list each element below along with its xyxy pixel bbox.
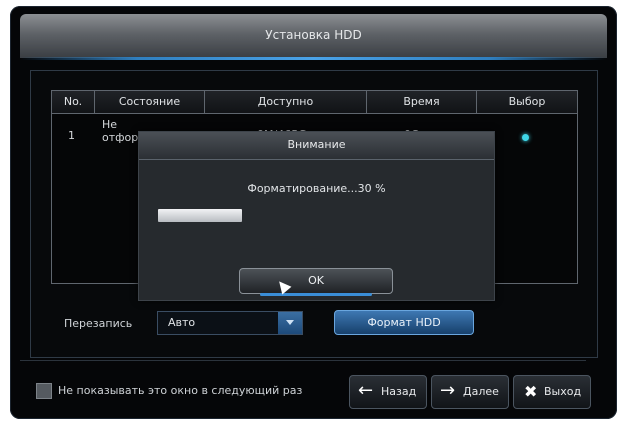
column-header-time: Время — [367, 91, 477, 113]
dialog-header: Внимание — [139, 132, 494, 160]
ok-button[interactable]: OK — [239, 268, 393, 296]
column-header-no: No. — [52, 91, 95, 113]
back-label: Назад — [381, 385, 417, 398]
screen: Установка HDD No. Состояние Доступно Вре… — [0, 0, 627, 425]
dont-show-checkbox[interactable] — [36, 383, 52, 399]
title-bar: Установка HDD — [20, 14, 607, 58]
close-icon: ✖ — [524, 382, 538, 401]
next-button[interactable]: → Далее — [431, 375, 509, 409]
dialog-title: Внимание — [287, 138, 346, 151]
column-header-available: Доступно — [205, 91, 367, 113]
back-button[interactable]: ← Назад — [349, 375, 427, 409]
cell-no: 1 — [68, 129, 75, 142]
arrow-left-icon: ← — [358, 380, 374, 401]
progress-fill — [158, 209, 242, 222]
overwrite-value: Авто — [168, 316, 196, 329]
title-underline — [20, 57, 607, 60]
ok-highlight — [260, 293, 372, 296]
format-progress-bar — [158, 209, 438, 222]
format-hdd-button[interactable]: Формат HDD — [334, 310, 474, 335]
chevron-down-icon[interactable] — [278, 312, 302, 334]
format-progress-message: Форматирование...30 % — [247, 182, 386, 195]
dont-show-label: Не показывать это окно в следующий раз — [58, 384, 303, 397]
overwrite-select[interactable]: Авто — [157, 311, 303, 335]
table-header: No. Состояние Доступно Время Выбор — [52, 91, 577, 114]
column-header-status: Состояние — [95, 91, 205, 113]
selected-indicator[interactable] — [522, 134, 529, 141]
arrow-right-icon: → — [440, 380, 456, 401]
next-label: Далее — [463, 385, 499, 398]
column-header-select: Выбор — [508, 95, 546, 108]
window-title: Установка HDD — [265, 28, 362, 42]
attention-dialog: Внимание Форматирование...30 % OK — [138, 131, 495, 301]
exit-button[interactable]: ✖ Выход — [513, 375, 591, 409]
ok-label: OK — [308, 274, 324, 287]
exit-label: Выход — [544, 385, 582, 398]
overwrite-label: Перезапись — [64, 317, 133, 330]
